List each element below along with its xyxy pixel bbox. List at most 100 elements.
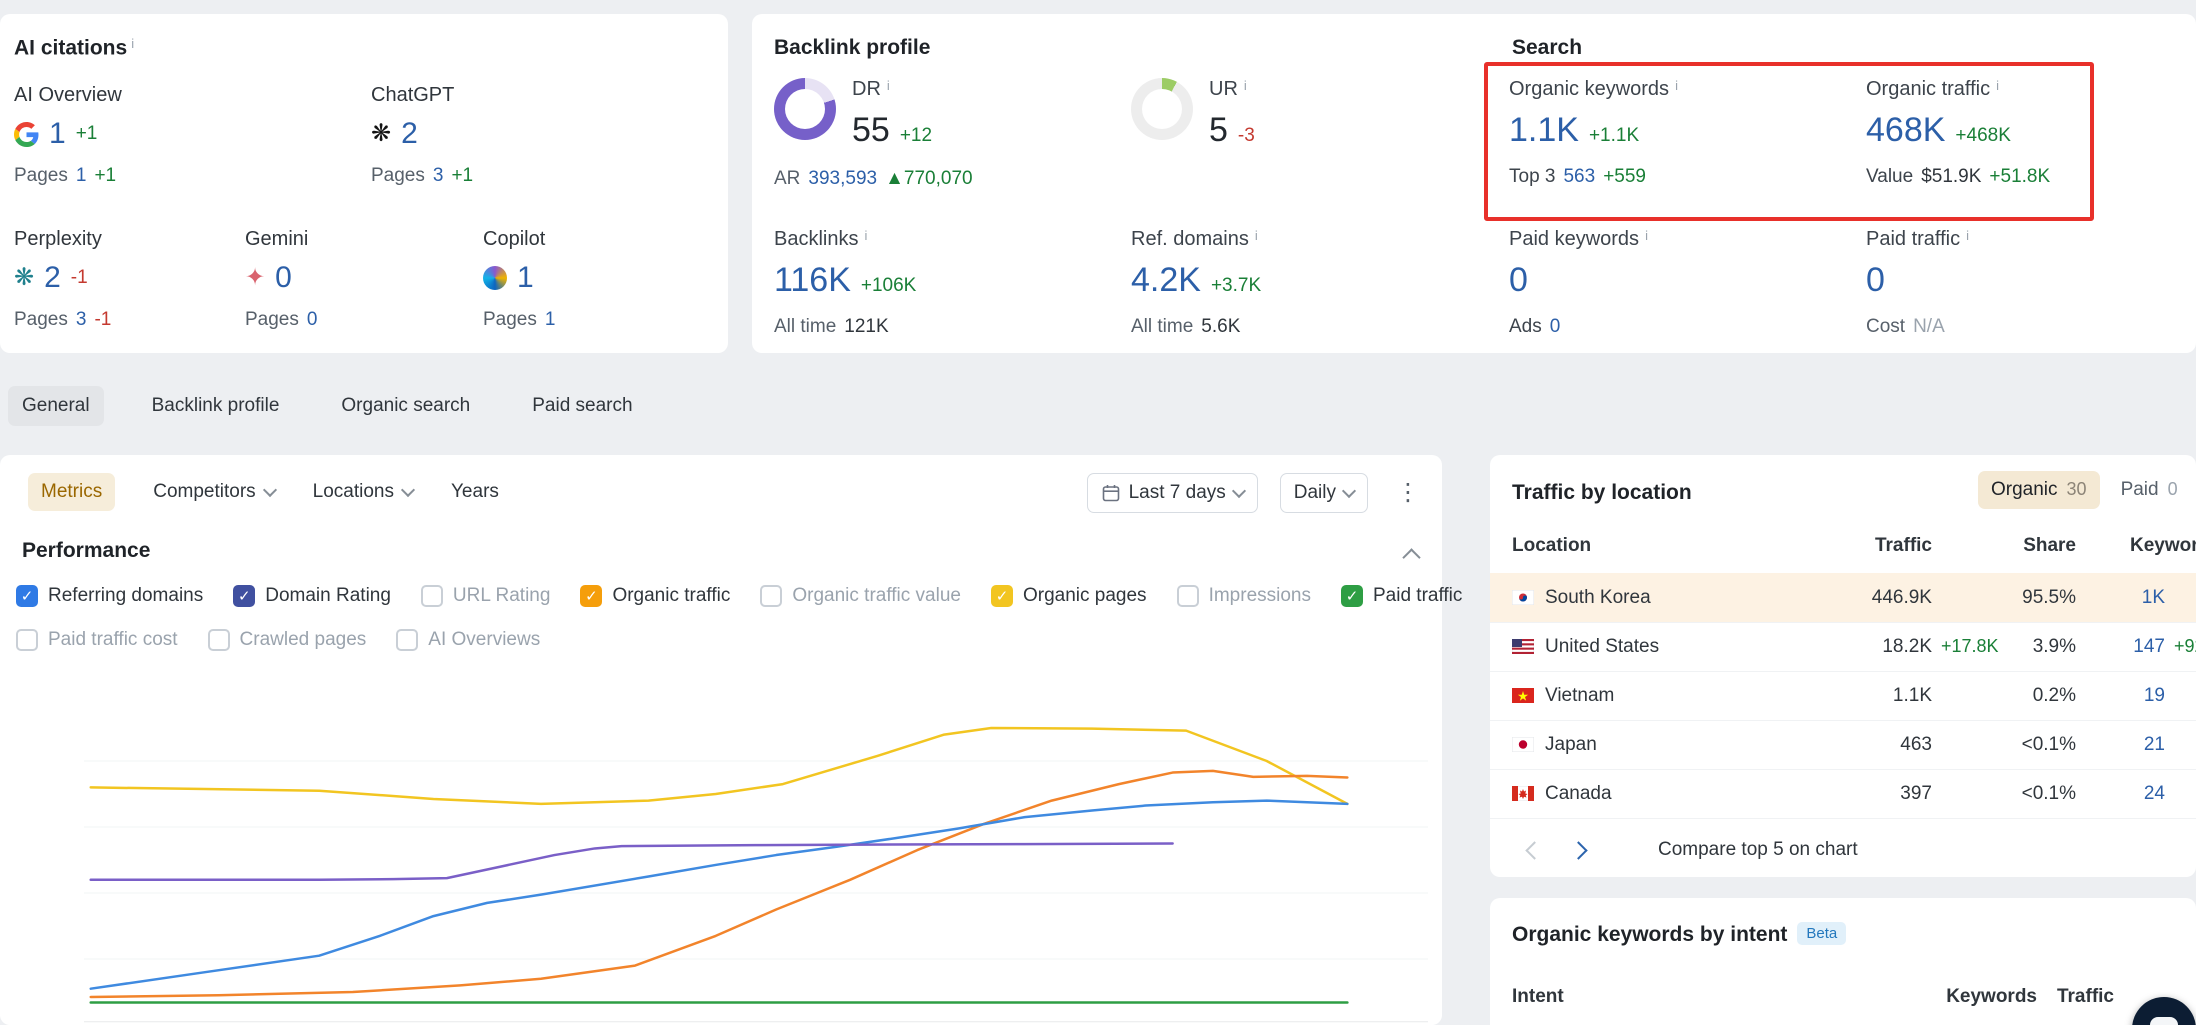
- header-keywords[interactable]: Keywords: [2130, 535, 2196, 557]
- collapse-chevron-icon[interactable]: [1402, 548, 1420, 566]
- tab-backlink-profile[interactable]: Backlink profile: [138, 386, 294, 426]
- checkbox-checked-icon[interactable]: [1341, 585, 1363, 607]
- prev-page-button[interactable]: [1512, 828, 1556, 872]
- perplexity-value[interactable]: 2: [44, 261, 61, 295]
- compare-top5-link[interactable]: Compare top 5 on chart: [1658, 839, 1858, 861]
- metric-toggle-referring-domains[interactable]: Referring domains: [16, 585, 203, 607]
- checkbox-checked-icon[interactable]: [16, 585, 38, 607]
- organic-traffic-delta: +468K: [1955, 125, 2010, 147]
- years-button[interactable]: Years: [451, 481, 499, 503]
- metric-toggle-organic-traffic[interactable]: Organic traffic: [580, 585, 730, 607]
- organic-toggle-button[interactable]: Organic30: [1978, 471, 2100, 509]
- keywords-link[interactable]: 24: [2144, 783, 2165, 804]
- header-share[interactable]: Share: [1952, 535, 2076, 557]
- info-icon[interactable]: [1675, 78, 1678, 93]
- traffic-value: 446.9K: [1792, 587, 1932, 609]
- backlinks-value[interactable]: 116K: [774, 261, 851, 300]
- checkbox-unchecked-icon[interactable]: [16, 629, 38, 651]
- table-row[interactable]: Vietnam 1.1K 0.2% 19: [1490, 671, 2196, 721]
- header-intent[interactable]: Intent: [1512, 986, 1564, 1008]
- ai-overview-value[interactable]: 1: [49, 117, 66, 151]
- dr-label: DR: [852, 78, 881, 101]
- info-icon[interactable]: [131, 36, 134, 51]
- checkbox-unchecked-icon[interactable]: [396, 629, 418, 651]
- table-row[interactable]: South Korea 446.9K 95.5% 1K: [1490, 573, 2196, 623]
- organic-traffic-value[interactable]: 468K: [1866, 111, 1945, 150]
- paid-traffic-value[interactable]: 0: [1866, 261, 1885, 300]
- gemini-value[interactable]: 0: [275, 261, 292, 295]
- copilot-value[interactable]: 1: [517, 261, 534, 295]
- ref-domains-metric: Ref. domains 4.2K+3.7K All time5.6K: [1131, 228, 1471, 338]
- chart-line-referring-domains: [91, 801, 1348, 989]
- header-traffic[interactable]: Traffic: [1792, 535, 1932, 557]
- metric-toggle-impressions[interactable]: Impressions: [1177, 585, 1311, 607]
- table-row[interactable]: Japan 463 <0.1% 21: [1490, 720, 2196, 770]
- checkbox-unchecked-icon[interactable]: [1177, 585, 1199, 607]
- header-location[interactable]: Location: [1512, 535, 1591, 557]
- ar-value[interactable]: 393,593: [808, 168, 877, 190]
- next-page-button[interactable]: [1556, 828, 1600, 872]
- keywords-link[interactable]: 1K: [2142, 587, 2165, 608]
- metric-toggle-organic-traffic-value[interactable]: Organic traffic value: [760, 585, 961, 607]
- metric-label: Organic traffic value: [792, 585, 961, 607]
- pages-value[interactable]: 3: [433, 165, 444, 187]
- paid-traffic-metric: Paid traffic 0 CostN/A: [1866, 228, 2196, 338]
- more-options-button[interactable]: ⋮: [1390, 477, 1426, 509]
- metric-toggle-url-rating[interactable]: URL Rating: [421, 585, 551, 607]
- pages-value[interactable]: 1: [76, 165, 87, 187]
- date-controls: Last 7 days Daily ⋮: [1087, 473, 1426, 513]
- checkbox-checked-icon[interactable]: [991, 585, 1013, 607]
- keywords-link[interactable]: 19: [2144, 685, 2165, 706]
- paid-toggle-button[interactable]: Paid0: [2108, 471, 2191, 509]
- keywords-link[interactable]: 147: [2133, 636, 2165, 657]
- checkbox-unchecked-icon[interactable]: [760, 585, 782, 607]
- date-range-label: Last 7 days: [1129, 482, 1226, 504]
- organic-keywords-value[interactable]: 1.1K: [1509, 111, 1579, 150]
- tab-general[interactable]: General: [8, 386, 104, 426]
- checkbox-unchecked-icon[interactable]: [208, 629, 230, 651]
- metric-toggle-organic-pages[interactable]: Organic pages: [991, 585, 1147, 607]
- metric-toggle-ai-overviews[interactable]: AI Overviews: [396, 629, 540, 651]
- info-icon[interactable]: [1966, 228, 1969, 243]
- pages-value[interactable]: 0: [307, 309, 318, 331]
- info-icon[interactable]: [864, 228, 867, 243]
- info-icon[interactable]: [1255, 228, 1258, 243]
- metric-toggle-paid-traffic[interactable]: Paid traffic: [1341, 585, 1462, 607]
- info-icon[interactable]: [1244, 78, 1247, 93]
- paid-keywords-value[interactable]: 0: [1509, 261, 1528, 300]
- tab-organic-search[interactable]: Organic search: [327, 386, 484, 426]
- metric-toggle-crawled-pages[interactable]: Crawled pages: [208, 629, 367, 651]
- info-icon[interactable]: [1645, 228, 1648, 243]
- info-icon[interactable]: [1996, 78, 1999, 93]
- pages-value[interactable]: 1: [545, 309, 556, 331]
- chatgpt-icon: ❋: [371, 122, 391, 146]
- ads-value[interactable]: 0: [1550, 316, 1561, 338]
- checkbox-checked-icon[interactable]: [233, 585, 255, 607]
- ref-domains-value[interactable]: 4.2K: [1131, 261, 1201, 300]
- keywords-link[interactable]: 21: [2144, 734, 2165, 755]
- checkbox-checked-icon[interactable]: [580, 585, 602, 607]
- info-icon[interactable]: [887, 78, 890, 93]
- pages-value[interactable]: 3: [76, 309, 87, 331]
- chatgpt-value[interactable]: 2: [401, 117, 418, 151]
- keywords-delta: +92: [2174, 636, 2196, 657]
- competitors-dropdown[interactable]: Competitors: [153, 481, 274, 503]
- locations-dropdown[interactable]: Locations: [313, 481, 413, 503]
- table-row[interactable]: United States 18.2K+17.8K 3.9% 147+92: [1490, 622, 2196, 672]
- tab-paid-search[interactable]: Paid search: [518, 386, 646, 426]
- granularity-dropdown[interactable]: Daily: [1280, 473, 1368, 513]
- metric-toggle-paid-traffic-cost[interactable]: Paid traffic cost: [16, 629, 178, 651]
- header-traffic[interactable]: Traffic: [1990, 986, 2114, 1008]
- metric-toggle-domain-rating[interactable]: Domain Rating: [233, 585, 391, 607]
- table-row[interactable]: Canada 397 <0.1% 24: [1490, 769, 2196, 819]
- checkbox-unchecked-icon[interactable]: [421, 585, 443, 607]
- top3-value[interactable]: 563: [1563, 166, 1595, 188]
- chart-line-organic-pages: [91, 728, 1348, 804]
- date-range-picker[interactable]: Last 7 days: [1087, 473, 1258, 513]
- pages-label: Pages: [14, 309, 68, 331]
- metrics-filter-button[interactable]: Metrics: [28, 473, 115, 511]
- location-pager: Compare top 5 on chart: [1490, 823, 2196, 877]
- traffic-value: 18.2K: [1882, 636, 1932, 657]
- performance-card: Metrics Competitors Locations Years Last…: [0, 455, 1442, 1025]
- performance-line-chart[interactable]: [84, 695, 1428, 1025]
